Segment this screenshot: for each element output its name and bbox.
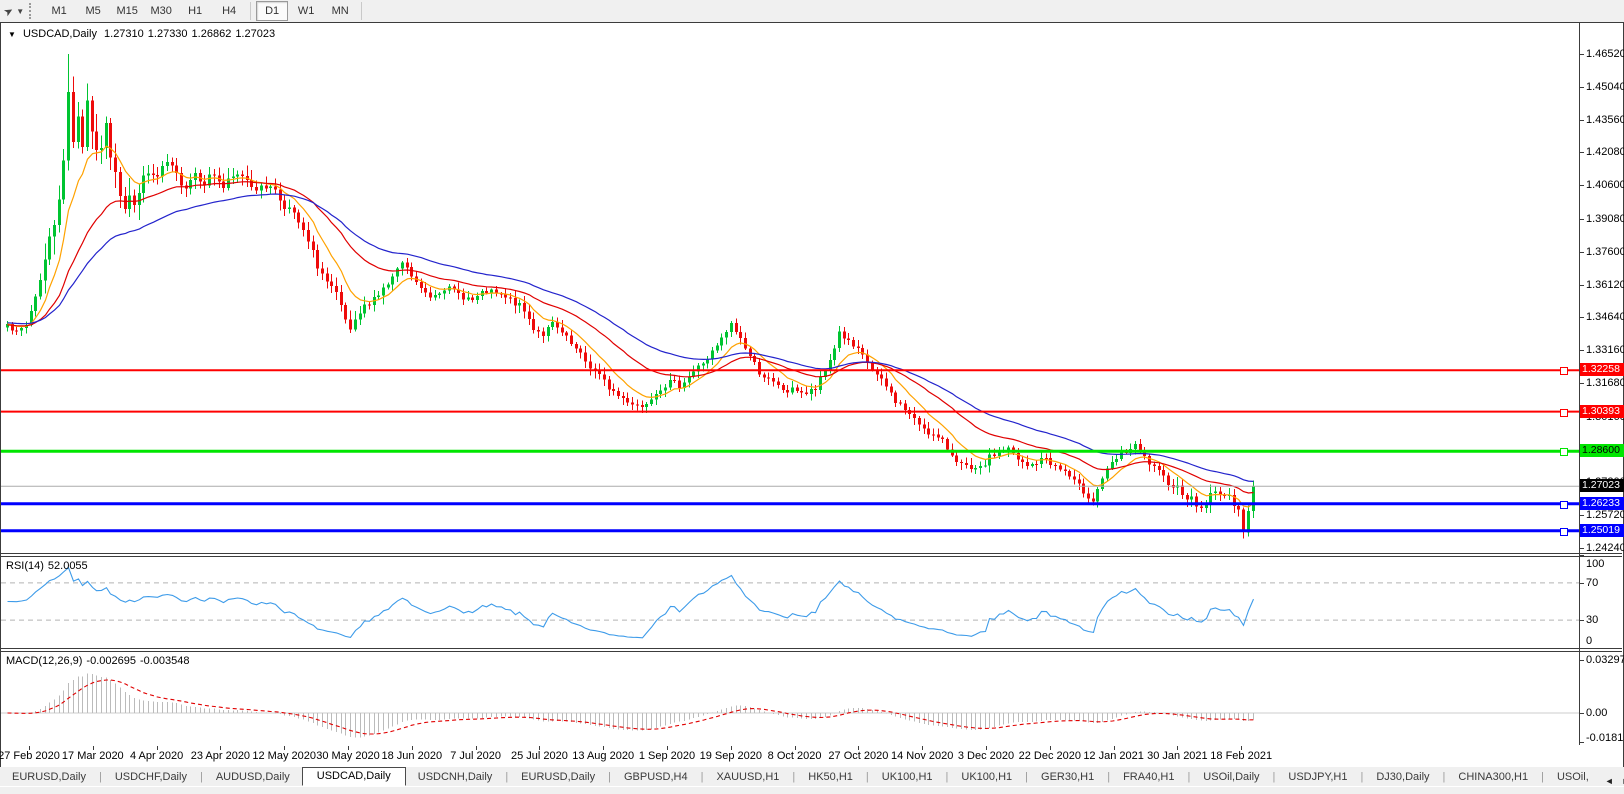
price-tick (1580, 285, 1584, 286)
date-label: 12 May 2020 (252, 750, 316, 762)
date-label: 8 Oct 2020 (768, 750, 822, 762)
price-tick (1580, 185, 1584, 186)
price-tick (1580, 54, 1584, 55)
date-label: 12 Jan 2021 (1083, 750, 1144, 762)
date-label: 18 Jun 2020 (382, 750, 443, 762)
date-label: 13 Aug 2020 (572, 750, 634, 762)
macd-tick (1580, 742, 1584, 743)
date-label: 25 Jul 2020 (511, 750, 568, 762)
rsi-axis-label: 0 (1586, 635, 1592, 647)
hline-price-label[interactable]: 1.32258 (1580, 363, 1624, 376)
date-label: 17 Mar 2020 (62, 750, 124, 762)
date-label: 23 Apr 2020 (191, 750, 250, 762)
price-tick-label: 1.45040 (1586, 81, 1624, 93)
date-label: 3 Dec 2020 (958, 750, 1014, 762)
date-axis: 27 Feb 202017 Mar 2020 4 Apr 2020 23 Apr 2… (1, 746, 1579, 765)
price-tick-label: 1.25720 (1586, 509, 1624, 521)
pane-separator[interactable] (1, 553, 1622, 554)
rsi-line (8, 568, 1254, 638)
date-label: 19 Sep 2020 (700, 750, 762, 762)
hline-price-label[interactable]: 1.25019 (1580, 524, 1624, 537)
price-tick (1580, 219, 1584, 220)
rsi-tick (1580, 648, 1584, 649)
macd-signal-line (8, 680, 1254, 734)
macd-main-value: -0.002695 (86, 655, 136, 667)
rsi-indicator-label: RSI(14) 52.0055 (6, 560, 92, 572)
trading-app-window: ➤ ▼ M1 M5 M15 M30 H1 H4 D1 W1 MN ▼ USDCA… (0, 0, 1624, 793)
price-tick (1580, 350, 1584, 351)
macd-tick (1580, 660, 1584, 661)
hline-drag-marker[interactable] (1560, 528, 1568, 536)
date-label: 18 Feb 2021 (1210, 750, 1272, 762)
date-label: 22 Dec 2020 (1019, 750, 1081, 762)
macd-indicator-label: MACD(12,26,9) -0.002695 -0.003548 (6, 655, 194, 667)
ma-line-ema-fast (8, 146, 1254, 507)
macd-axis-label: -0.018154 (1586, 732, 1624, 744)
macd-axis-label: 0.00 (1586, 707, 1607, 719)
price-tick-label: 1.33160 (1586, 344, 1624, 356)
price-tick (1580, 87, 1584, 88)
ohlc-high: 1.27330 (148, 28, 188, 40)
current-price-label: 1.27023 (1580, 479, 1624, 492)
price-tick (1580, 317, 1584, 318)
price-tick-label: 1.34640 (1586, 311, 1624, 323)
rsi-tick (1580, 620, 1584, 621)
price-tick-label: 1.46520 (1586, 48, 1624, 60)
date-label: 1 Sep 2020 (639, 750, 695, 762)
pane-separator[interactable] (1, 556, 1622, 557)
date-label: 27 Oct 2020 (828, 750, 888, 762)
rsi-value: 52.0055 (48, 560, 88, 572)
price-tick (1580, 252, 1584, 253)
date-label: 30 Jan 2021 (1147, 750, 1208, 762)
price-tick-label: 1.31680 (1586, 377, 1624, 389)
ohlc-close: 1.27023 (235, 28, 275, 40)
chart-symbol-label: USDCAD,Daily (23, 28, 97, 40)
ohlc-low: 1.26862 (192, 28, 232, 40)
rsi-axis-label: 70 (1586, 577, 1598, 589)
rsi-axis-label: 100 (1586, 558, 1604, 570)
macd-signal-value: -0.003548 (140, 655, 190, 667)
date-label: 27 Feb 2020 (0, 750, 60, 762)
price-tick-label: 1.39080 (1586, 213, 1624, 225)
hline-drag-marker[interactable] (1560, 409, 1568, 417)
hline-drag-marker[interactable] (1560, 501, 1568, 509)
date-label: 7 Jul 2020 (450, 750, 501, 762)
price-tick-label: 1.37600 (1586, 246, 1624, 258)
macd-tick (1580, 713, 1584, 714)
chart-ohlc-header: ▼ USDCAD,Daily 1.27310 1.27330 1.268621.27… (8, 28, 279, 40)
pane-separator[interactable] (1, 651, 1622, 652)
ma-line-ema-slow (8, 194, 1254, 481)
chart-canvas[interactable] (0, 0, 1624, 793)
date-label: 4 Apr 2020 (130, 750, 183, 762)
rsi-axis-label: 30 (1586, 614, 1598, 626)
collapse-chart-icon[interactable]: ▼ (8, 30, 16, 39)
price-tick-label: 1.42080 (1586, 146, 1624, 158)
ma-line-ema-mid (8, 182, 1254, 493)
price-tick (1580, 152, 1584, 153)
price-tick-label: 1.36120 (1586, 279, 1624, 291)
hline-drag-marker[interactable] (1560, 367, 1568, 375)
macd-title: MACD(12,26,9) (6, 655, 82, 667)
price-tick (1580, 120, 1584, 121)
price-tick-label: 1.43560 (1586, 114, 1624, 126)
price-tick (1580, 383, 1584, 384)
price-tick-label: 1.24240 (1586, 542, 1624, 554)
price-axis-line (1579, 23, 1580, 745)
ohlc-open: 1.27310 (104, 28, 144, 40)
rsi-tick (1580, 555, 1584, 556)
macd-axis-label: 0.032972 (1586, 654, 1624, 666)
hline-price-label[interactable]: 1.30393 (1580, 405, 1624, 418)
date-label: 30 May 2020 (316, 750, 380, 762)
rsi-title: RSI(14) (6, 560, 44, 572)
hline-price-label[interactable]: 1.26233 (1580, 497, 1624, 510)
price-tick (1580, 515, 1584, 516)
price-tick (1580, 548, 1584, 549)
date-label: 14 Nov 2020 (891, 750, 953, 762)
pane-separator[interactable] (1, 648, 1622, 649)
hline-drag-marker[interactable] (1560, 448, 1568, 456)
hline-price-label[interactable]: 1.28600 (1580, 444, 1624, 457)
rsi-tick (1580, 583, 1584, 584)
price-tick-label: 1.40600 (1586, 179, 1624, 191)
